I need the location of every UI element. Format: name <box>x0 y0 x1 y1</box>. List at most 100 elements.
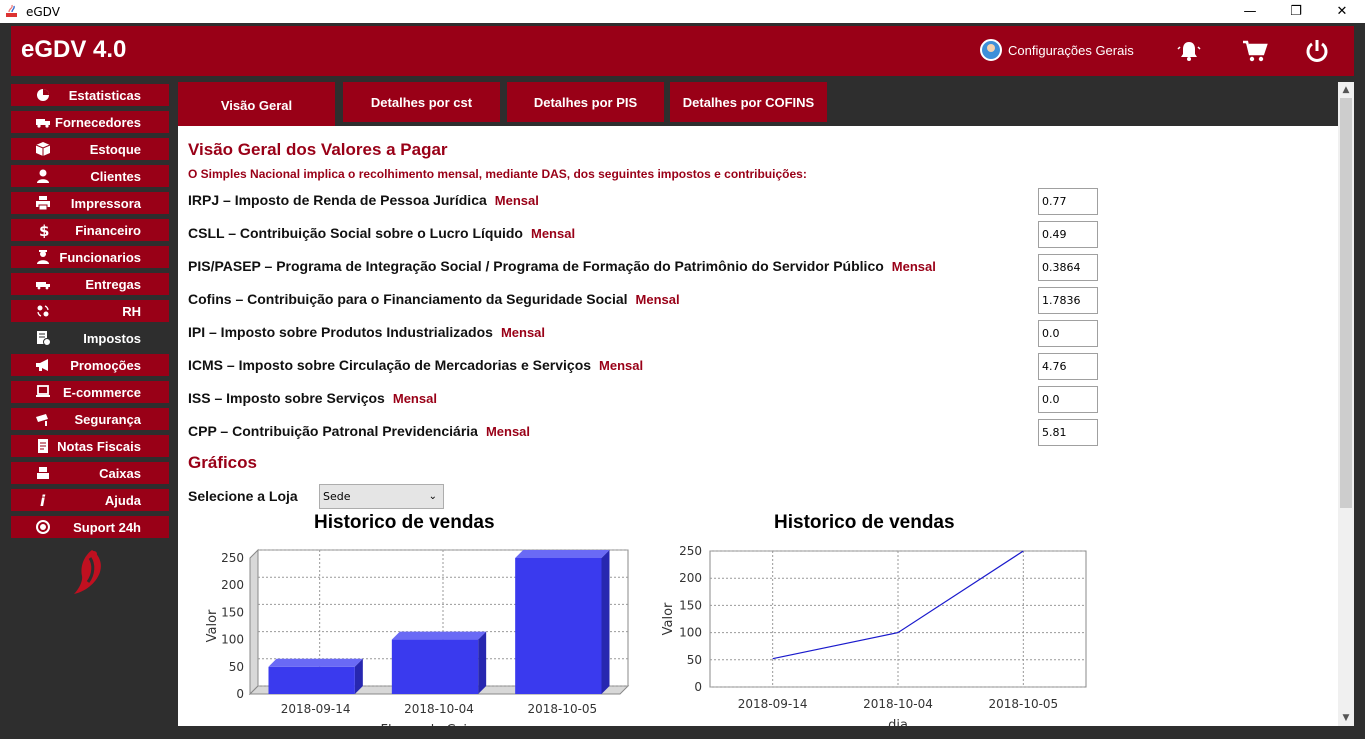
chart-icon <box>37 89 49 101</box>
svg-text:i: i <box>40 492 46 508</box>
sidebar-item-seguran-a[interactable]: Segurança <box>11 408 169 430</box>
sidebar-item-promo-es[interactable]: Promoções <box>11 354 169 376</box>
tax-icon <box>37 331 51 346</box>
page-title: Visão Geral dos Valores a Pagar <box>188 140 448 159</box>
tax-value-field[interactable]: 1.7836 <box>1038 287 1098 314</box>
tax-frequency: Mensal <box>392 390 437 406</box>
tax-row: ICMS – Imposto sobre Circulação de Merca… <box>188 352 643 378</box>
tab-detalhes-por-pis[interactable]: Detalhes por PIS <box>507 82 664 122</box>
cart-icon[interactable] <box>1241 37 1269 65</box>
tax-value-field[interactable]: 5.81 <box>1038 419 1098 446</box>
bar-chart-y-tick-label: 50 <box>229 660 244 674</box>
sidebar-item-funcionarios[interactable]: Funcionarios <box>11 246 169 268</box>
sidebar-item-financeiro[interactable]: $ Financeiro <box>11 219 169 241</box>
sidebar-item-label: Funcionarios <box>59 249 141 265</box>
bar-chart-y-tick-label: 250 <box>221 551 244 565</box>
tax-frequency: Mensal <box>635 291 680 307</box>
line-chart-x-axis-label: dia <box>888 718 908 726</box>
app-header: eGDV 4.0 Configurações Gerais <box>11 26 1354 76</box>
tax-row: Cofins – Contribuição para o Financiamen… <box>188 286 680 312</box>
sidebar-item-label: Fornecedores <box>55 114 141 130</box>
tax-frequency: Mensal <box>599 357 644 373</box>
window-titlebar: eGDV — ❐ ✕ <box>0 0 1365 23</box>
power-icon[interactable] <box>1303 37 1331 65</box>
dollar-icon: $ <box>39 222 49 238</box>
svg-text:$: $ <box>39 222 49 238</box>
sidebar-item-notas-fiscais[interactable]: Notas Fiscais <box>11 435 169 457</box>
sidebar-item-clientes[interactable]: Clientes <box>11 165 169 187</box>
tax-row: CPP – Contribuição Patronal Previdenciár… <box>188 418 530 444</box>
line-chart-x-tick-label: 2018-09-14 <box>738 697 808 711</box>
tax-name: Cofins – Contribuição para o Financiamen… <box>188 291 628 307</box>
line-chart-y-axis-label: Valor <box>661 602 676 635</box>
worker-icon <box>37 250 49 264</box>
sidebar-item-estatisticas[interactable]: Estatisticas <box>11 84 169 106</box>
line-chart: 0 50 100 150 200 250 2018-09-14 2018-10-04 2018-… <box>661 544 1087 726</box>
bar <box>391 639 479 694</box>
tax-value-field[interactable]: 0.0 <box>1038 386 1098 413</box>
bar-top-face <box>515 550 610 558</box>
page-subtitle: O Simples Nacional implica o recolhiment… <box>188 167 807 181</box>
sidebar-item-impostos[interactable]: Impostos <box>11 327 169 349</box>
scroll-up-icon[interactable]: ▲ <box>1341 85 1351 95</box>
bar-chart-title: Historico de vendas <box>314 512 495 533</box>
line-chart-y-tick-label: 100 <box>679 626 702 640</box>
minimize-button[interactable]: — <box>1227 0 1273 23</box>
sidebar-item-label: Ajuda <box>104 492 141 508</box>
sidebar-item-e-commerce[interactable]: E-commerce <box>11 381 169 403</box>
sidebar-item-label: E-commerce <box>62 384 141 400</box>
sidebar-item-fornecedores[interactable]: Fornecedores <box>11 111 169 133</box>
tax-name: PIS/PASEP – Programa de Integração Socia… <box>188 258 884 274</box>
tab-detalhes-por-cst[interactable]: Detalhes por cst <box>343 82 500 122</box>
notifications-bell-icon[interactable] <box>1175 37 1203 65</box>
bar-chart-x-tick-label: 2018-10-04 <box>404 702 474 716</box>
bar <box>515 558 602 694</box>
sidebar-item-ajuda[interactable]: i Ajuda <box>11 489 169 511</box>
settings-label: Configurações Gerais <box>1008 42 1134 58</box>
sidebar-item-label: Clientes <box>90 168 141 184</box>
bar-chart-y-tick-label: 100 <box>221 633 244 647</box>
sidebar-item-estoque[interactable]: Estoque <box>11 138 169 160</box>
tax-value-field[interactable]: 0.77 <box>1038 188 1098 215</box>
bar-chart-side-wall <box>249 548 259 696</box>
charts-heading: Gráficos <box>188 453 257 472</box>
tab-detalhes-por-cofins[interactable]: Detalhes por COFINS <box>670 82 827 122</box>
tax-value-field[interactable]: 0.0 <box>1038 320 1098 347</box>
maximize-button[interactable]: ❐ <box>1273 0 1319 23</box>
tax-value-field[interactable]: 4.76 <box>1038 353 1098 380</box>
megaphone-icon <box>36 359 48 371</box>
line-chart-y-tick-label: 150 <box>679 598 702 612</box>
scroll-down-icon[interactable]: ▼ <box>1341 713 1351 723</box>
scrollbar-thumb[interactable] <box>1340 98 1352 508</box>
tax-row: IRPJ – Imposto de Renda de Pessoa Jurídi… <box>188 187 539 213</box>
tax-value-field[interactable]: 0.49 <box>1038 221 1098 248</box>
java-app-icon <box>6 4 17 17</box>
tab-vis-o-geral[interactable]: Visão Geral <box>178 82 335 128</box>
close-button[interactable]: ✕ <box>1319 0 1365 23</box>
sidebar-item-label: Notas Fiscais <box>57 438 141 454</box>
line-chart-x-tick-label: 2018-10-05 <box>988 697 1058 711</box>
sidebar-item-caixas[interactable]: Caixas <box>11 462 169 484</box>
hr-icon <box>37 305 49 317</box>
tax-frequency: Mensal <box>891 258 936 274</box>
bar-side-face <box>601 550 610 694</box>
tax-value-field[interactable]: 0.3864 <box>1038 254 1098 281</box>
store-select[interactable]: Sede ⌄ <box>319 484 444 509</box>
line-chart-y-tick-label: 200 <box>679 571 702 585</box>
tax-frequency: Mensal <box>500 324 546 340</box>
user-icon <box>37 169 49 183</box>
sidebar-item-label: Financeiro <box>75 222 141 238</box>
sidebar-item-suport-24h[interactable]: Suport 24h <box>11 516 169 538</box>
bar-chart-x-tick-label: 2018-10-05 <box>527 702 597 716</box>
tax-row: ISS – Imposto sobre Serviços Mensal <box>188 385 437 411</box>
sidebar-item-rh[interactable]: RH <box>11 300 169 322</box>
vertical-scrollbar[interactable]: ▲ ▼ <box>1338 82 1354 726</box>
document-icon <box>38 439 48 453</box>
tax-row: IPI – Imposto sobre Produtos Industriali… <box>188 319 545 345</box>
sidebar-item-label: Impressora <box>70 195 141 211</box>
user-avatar-icon <box>980 39 1002 61</box>
sidebar-item-impressora[interactable]: Impressora <box>11 192 169 214</box>
sidebar-item-entregas[interactable]: Entregas <box>11 273 169 295</box>
tax-name: CSLL – Contribuição Social sobre o Lucro… <box>188 225 523 241</box>
settings-button[interactable]: Configurações Gerais <box>980 39 1134 61</box>
